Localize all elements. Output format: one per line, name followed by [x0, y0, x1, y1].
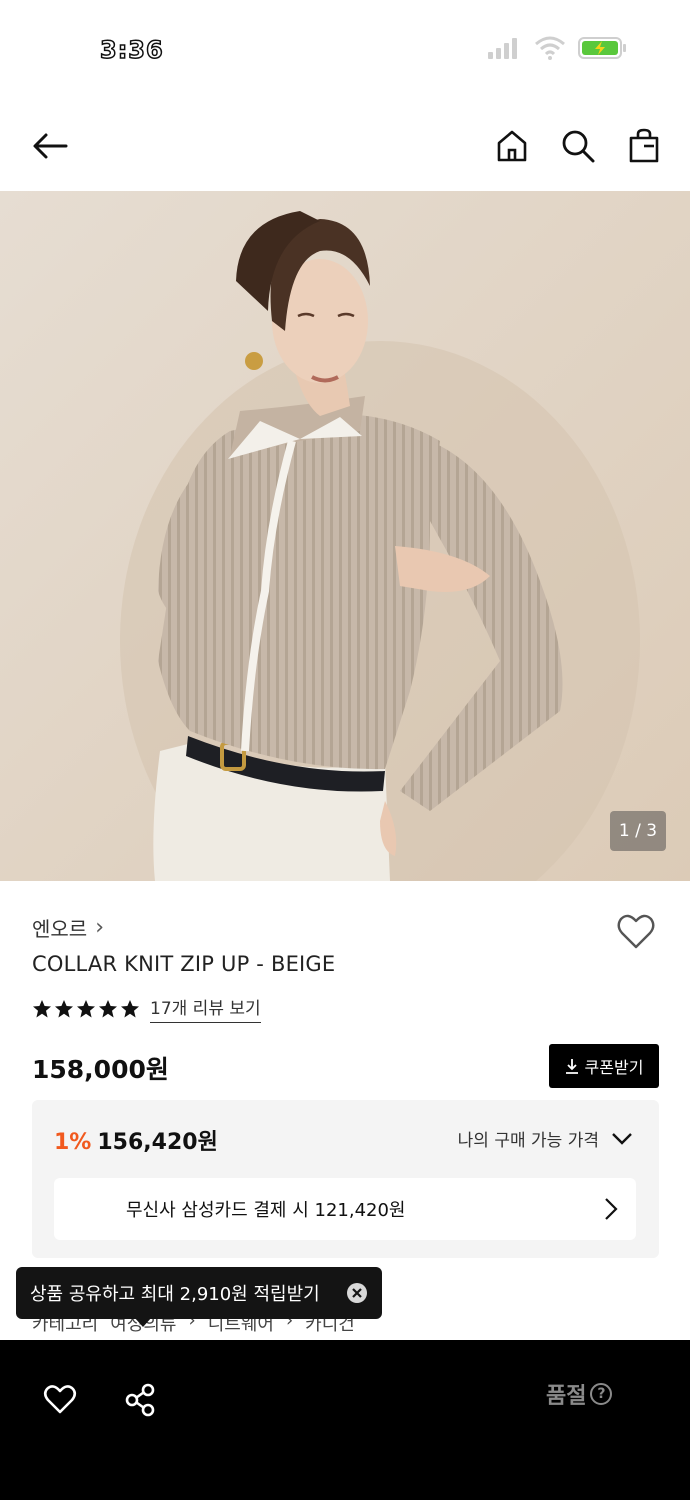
wishlist-bottom-button[interactable]: [34, 1374, 86, 1426]
status-time: 3:36: [99, 35, 164, 65]
share-button[interactable]: [114, 1374, 166, 1426]
soldout-label: 품절: [546, 1384, 587, 1409]
star-icon: [99, 999, 117, 1017]
my-price-toggle[interactable]: 나의 구매 가능 가격: [458, 1126, 633, 1151]
chevron-right-icon: [605, 1198, 618, 1220]
soldout-status: 품절 ?: [546, 1378, 613, 1410]
star-icon: [121, 999, 139, 1017]
star-icon: [33, 999, 51, 1017]
discount-row: 1% 156,420원: [54, 1124, 218, 1156]
discount-price: 156,420원: [97, 1130, 218, 1155]
search-icon: [562, 130, 595, 163]
share-icon: [125, 1383, 155, 1417]
brand-name: 엔오르: [32, 917, 88, 941]
review-link[interactable]: 17개 리뷰 보기: [150, 994, 261, 1023]
image-counter: 1 / 3: [610, 811, 666, 851]
wishlist-button[interactable]: [614, 910, 658, 954]
close-icon[interactable]: [346, 1282, 368, 1304]
product-photo: [0, 191, 690, 881]
back-button[interactable]: [24, 120, 76, 172]
share-reward-toast: 상품 공유하고 최대 2,910원 적립받기: [16, 1267, 382, 1327]
product-price: 158,000원: [32, 1055, 169, 1084]
help-icon[interactable]: ?: [590, 1383, 613, 1405]
top-nav: [0, 110, 690, 182]
star-icon: [55, 999, 73, 1017]
star-icon: [77, 999, 95, 1017]
status-bar: 3:36: [0, 0, 690, 100]
card-offer-text: 무신사 삼성카드 결제 시 121,420원: [126, 1200, 406, 1221]
price-box: 1% 156,420원 나의 구매 가능 가격 무신사 삼성카드 결제 시 12…: [32, 1100, 659, 1258]
chevron-right-icon: ›: [95, 915, 105, 940]
arrow-left-icon: [33, 133, 68, 159]
product-name: COLLAR KNIT ZIP UP - BEIGE: [32, 952, 336, 976]
shopping-bag-icon: [629, 128, 659, 163]
status-icons: [486, 36, 628, 60]
wifi-icon: [535, 36, 565, 60]
heart-icon: [43, 1385, 77, 1414]
coupon-button[interactable]: 쿠폰받기: [549, 1044, 659, 1088]
heart-icon: [617, 914, 655, 949]
help-glyph: ?: [597, 1386, 606, 1402]
discount-rate: 1%: [54, 1130, 92, 1155]
chevron-down-icon: [612, 1132, 632, 1145]
signal-icon: [488, 38, 517, 59]
home-button[interactable]: [486, 120, 538, 172]
cart-button[interactable]: [618, 120, 670, 172]
my-price-label: 나의 구매 가능 가격: [457, 1131, 599, 1151]
battery-icon: [578, 37, 626, 59]
home-icon: [497, 130, 527, 162]
toast-text: 상품 공유하고 최대 2,910원 적립받기: [30, 1284, 320, 1305]
rating-stars: [32, 999, 140, 1019]
download-icon: [565, 1059, 578, 1074]
bottom-action-bar: 품절 ?: [0, 1340, 690, 1500]
search-button[interactable]: [552, 120, 604, 172]
brand-link[interactable]: 엔오르 ›: [32, 913, 104, 942]
product-image[interactable]: 1 / 3: [0, 191, 690, 881]
card-offer-row[interactable]: 무신사 삼성카드 결제 시 121,420원: [54, 1178, 636, 1240]
toast-tail: [134, 1317, 152, 1327]
coupon-button-label: 쿠폰받기: [584, 1058, 644, 1077]
rating-row: 17개 리뷰 보기: [32, 994, 261, 1023]
